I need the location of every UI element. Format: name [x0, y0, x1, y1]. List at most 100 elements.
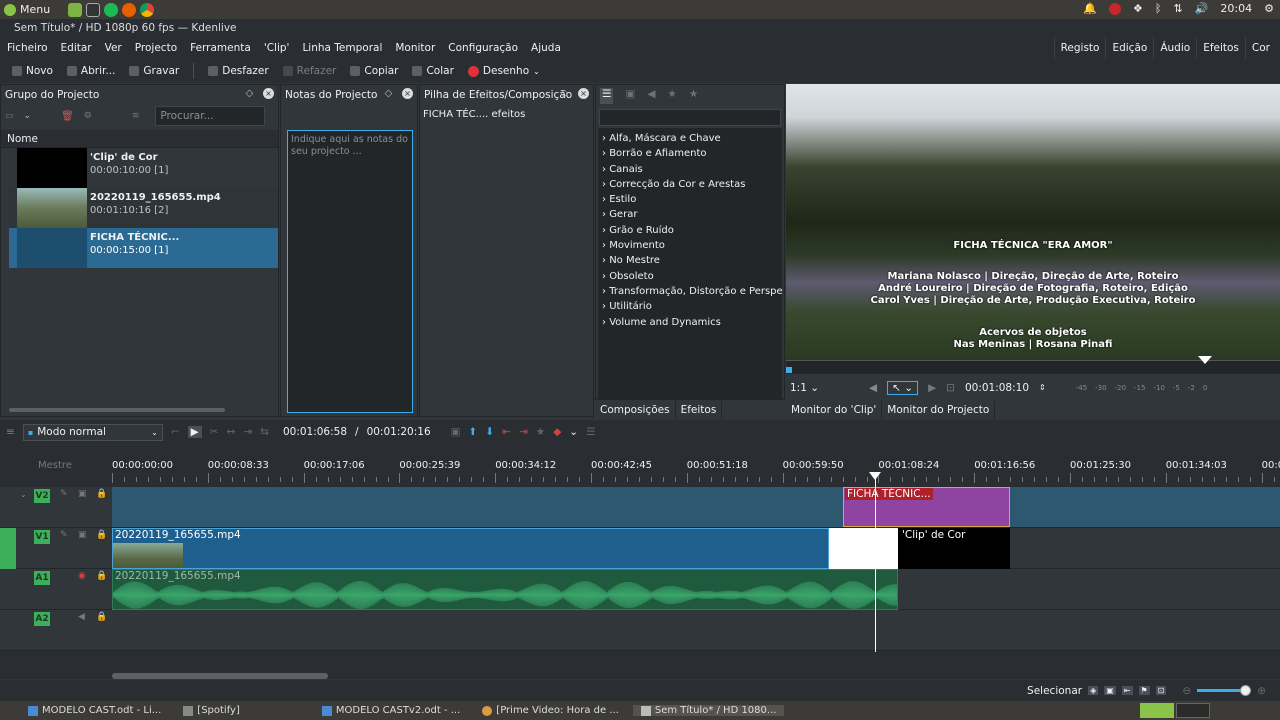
- hide-track-icon[interactable]: ✎: [60, 489, 68, 499]
- close-icon[interactable]: ×: [263, 88, 274, 99]
- bluetooth-icon[interactable]: ᛒ: [1155, 2, 1162, 15]
- select-tool-icon[interactable]: ▶: [187, 426, 202, 438]
- timecode-spinner-icon[interactable]: ⇕: [1039, 383, 1046, 392]
- effect-category[interactable]: › Correcção da Cor e Arestas: [598, 177, 782, 192]
- undo-button[interactable]: Desfazer: [204, 65, 272, 77]
- system-menu-button[interactable]: Menu: [0, 3, 50, 16]
- chevron-down-icon[interactable]: ⌄: [569, 426, 578, 438]
- bin-scrollbar[interactable]: [9, 408, 225, 412]
- flag-icon[interactable]: ⚑: [1138, 686, 1150, 695]
- workspace-registo[interactable]: Registo: [1053, 37, 1106, 59]
- play-icon[interactable]: ▶: [928, 382, 936, 394]
- razor-tool-icon[interactable]: ✂: [210, 426, 219, 438]
- close-icon[interactable]: ×: [402, 88, 413, 99]
- track-lane-v2[interactable]: [112, 487, 1280, 528]
- dropbox-icon[interactable]: ❖: [1133, 2, 1143, 15]
- new-button[interactable]: Novo: [8, 65, 57, 77]
- zone-start-marker[interactable]: [786, 367, 792, 373]
- workspace-switcher[interactable]: [1140, 703, 1210, 718]
- bell-icon[interactable]: 🔔: [1083, 2, 1097, 15]
- monitor-video[interactable]: FICHA TÉCNICA "ERA AMOR" Mariana Nolasco…: [786, 84, 1280, 360]
- insert-icon[interactable]: ▣: [451, 426, 461, 438]
- timeline-clip-video[interactable]: 20220119_165655.mp4: [112, 528, 829, 569]
- zoom-select[interactable]: 1:1 ⌄: [790, 382, 819, 394]
- clock[interactable]: 20:04: [1220, 2, 1252, 15]
- timeline-ruler[interactable]: 00:00:00:00 00:00:08:33 00:00:17:06 00:00:2…: [112, 455, 1280, 483]
- track-header-a1[interactable]: A1 ◉ 🔒: [0, 569, 112, 610]
- redo-button[interactable]: Refazer: [279, 65, 341, 77]
- favorite-icon[interactable]: ★: [689, 88, 698, 104]
- hide-track-icon[interactable]: ✎: [60, 530, 68, 540]
- delete-icon[interactable]: 🗑: [61, 111, 74, 122]
- fit-icon[interactable]: ⊡: [1155, 686, 1167, 695]
- lock-icon[interactable]: 🔒: [96, 571, 107, 581]
- effect-category[interactable]: › Estilo: [598, 192, 782, 207]
- monitor-timecode[interactable]: 00:01:08:10: [965, 382, 1029, 394]
- paste-button[interactable]: Colar: [408, 65, 457, 77]
- draw-button[interactable]: Desenho ⌄: [464, 65, 544, 77]
- timeline-clip-title[interactable]: FICHA TÉCNIC...: [843, 487, 1010, 527]
- extract-icon[interactable]: ⇤: [502, 426, 511, 438]
- workspace-audio[interactable]: Áudio: [1153, 37, 1196, 59]
- ripple-tool-icon[interactable]: ⇥: [243, 426, 252, 438]
- float-icon[interactable]: ◇: [244, 88, 255, 99]
- fullscreen-icon[interactable]: ⊡: [946, 382, 955, 394]
- close-icon[interactable]: ×: [578, 88, 589, 99]
- menu-ferramenta[interactable]: Ferramenta: [190, 42, 251, 54]
- mute-track-icon[interactable]: ▣: [78, 530, 87, 540]
- effect-category[interactable]: › Utilitário: [598, 299, 782, 314]
- speaker-icon[interactable]: ◀: [647, 88, 655, 104]
- snap-icon[interactable]: ⌐: [171, 426, 180, 438]
- bin-item[interactable]: 'Clip' de Cor 00:00:10:00 [1]: [9, 148, 278, 188]
- firefox-icon[interactable]: [122, 2, 137, 17]
- menu-configuracao[interactable]: Configuração: [448, 42, 518, 54]
- zoom-out-icon[interactable]: ⊖: [1182, 685, 1191, 697]
- float-icon[interactable]: ◇: [559, 88, 570, 99]
- effect-category[interactable]: › No Mestre: [598, 253, 782, 268]
- list-view-icon[interactable]: ☰: [600, 88, 614, 104]
- effect-category[interactable]: › Movimento: [598, 238, 782, 253]
- menu-ficheiro[interactable]: Ficheiro: [7, 42, 48, 54]
- master-label[interactable]: Mestre: [38, 460, 72, 471]
- workspace-efeitos[interactable]: Efeitos: [1196, 37, 1245, 59]
- menu-icon[interactable]: ≡: [6, 426, 15, 438]
- tag-icon[interactable]: ◈: [1088, 686, 1099, 695]
- timeline-playhead[interactable]: [875, 474, 876, 652]
- spotify-icon[interactable]: [104, 2, 119, 17]
- timeline-clip-audio[interactable]: 20220119_165655.mp4: [112, 569, 898, 610]
- workspace-1[interactable]: [1140, 703, 1174, 718]
- tab-composicoes[interactable]: Composições: [595, 401, 676, 419]
- overwrite-icon[interactable]: ⬇: [485, 426, 494, 438]
- files-icon[interactable]: [68, 2, 83, 17]
- effect-category[interactable]: › Obsoleto: [598, 269, 782, 284]
- tab-efeitos[interactable]: Efeitos: [676, 401, 723, 419]
- bin-column-header[interactable]: Nome: [1, 130, 278, 148]
- taskbar-item[interactable]: MODELO CASTv2.odt - ...: [314, 705, 468, 716]
- taskbar-item-active[interactable]: Sem Título* / HD 1080...: [632, 705, 785, 716]
- playhead-handle[interactable]: [869, 472, 881, 480]
- timeline-scrollbar[interactable]: [112, 673, 328, 679]
- spacer-tool-icon[interactable]: ↔: [227, 426, 236, 438]
- tools-icon[interactable]: ⚙: [84, 111, 92, 121]
- menu-editar[interactable]: Editar: [61, 42, 92, 54]
- save-button[interactable]: Gravar: [125, 65, 183, 77]
- menu-linha-temporal[interactable]: Linha Temporal: [302, 42, 382, 54]
- bin-item-selected[interactable]: FICHA TÉCNIC... 00:00:15:00 [1]: [9, 228, 278, 268]
- chrome-icon[interactable]: [140, 2, 155, 17]
- lift-icon[interactable]: ⬆: [469, 426, 478, 438]
- add-clip-icon[interactable]: ▭: [5, 111, 14, 121]
- track-header-v2[interactable]: ⌄ V2 ✎ ▣ 🔒: [0, 487, 112, 528]
- remove-icon[interactable]: ⇥: [519, 426, 528, 438]
- menu-clip[interactable]: 'Clip': [264, 42, 290, 54]
- workspace-edicao[interactable]: Edição: [1105, 37, 1153, 59]
- transition-composition[interactable]: [829, 528, 898, 569]
- edit-mode-select[interactable]: ▪ Modo normal ⌄: [22, 423, 163, 441]
- menu-projecto[interactable]: Projecto: [135, 42, 177, 54]
- taskbar-item[interactable]: MODELO CAST.odt - Li...: [20, 705, 169, 716]
- terminal-icon[interactable]: [86, 2, 101, 17]
- zoom-in-icon[interactable]: ⊕: [1257, 685, 1266, 697]
- play-button[interactable]: ◀: [869, 382, 877, 394]
- tab-project-monitor[interactable]: Monitor do Projecto: [882, 401, 996, 419]
- view-icon[interactable]: ≡: [132, 111, 140, 121]
- track-lane-a2[interactable]: [112, 610, 1280, 651]
